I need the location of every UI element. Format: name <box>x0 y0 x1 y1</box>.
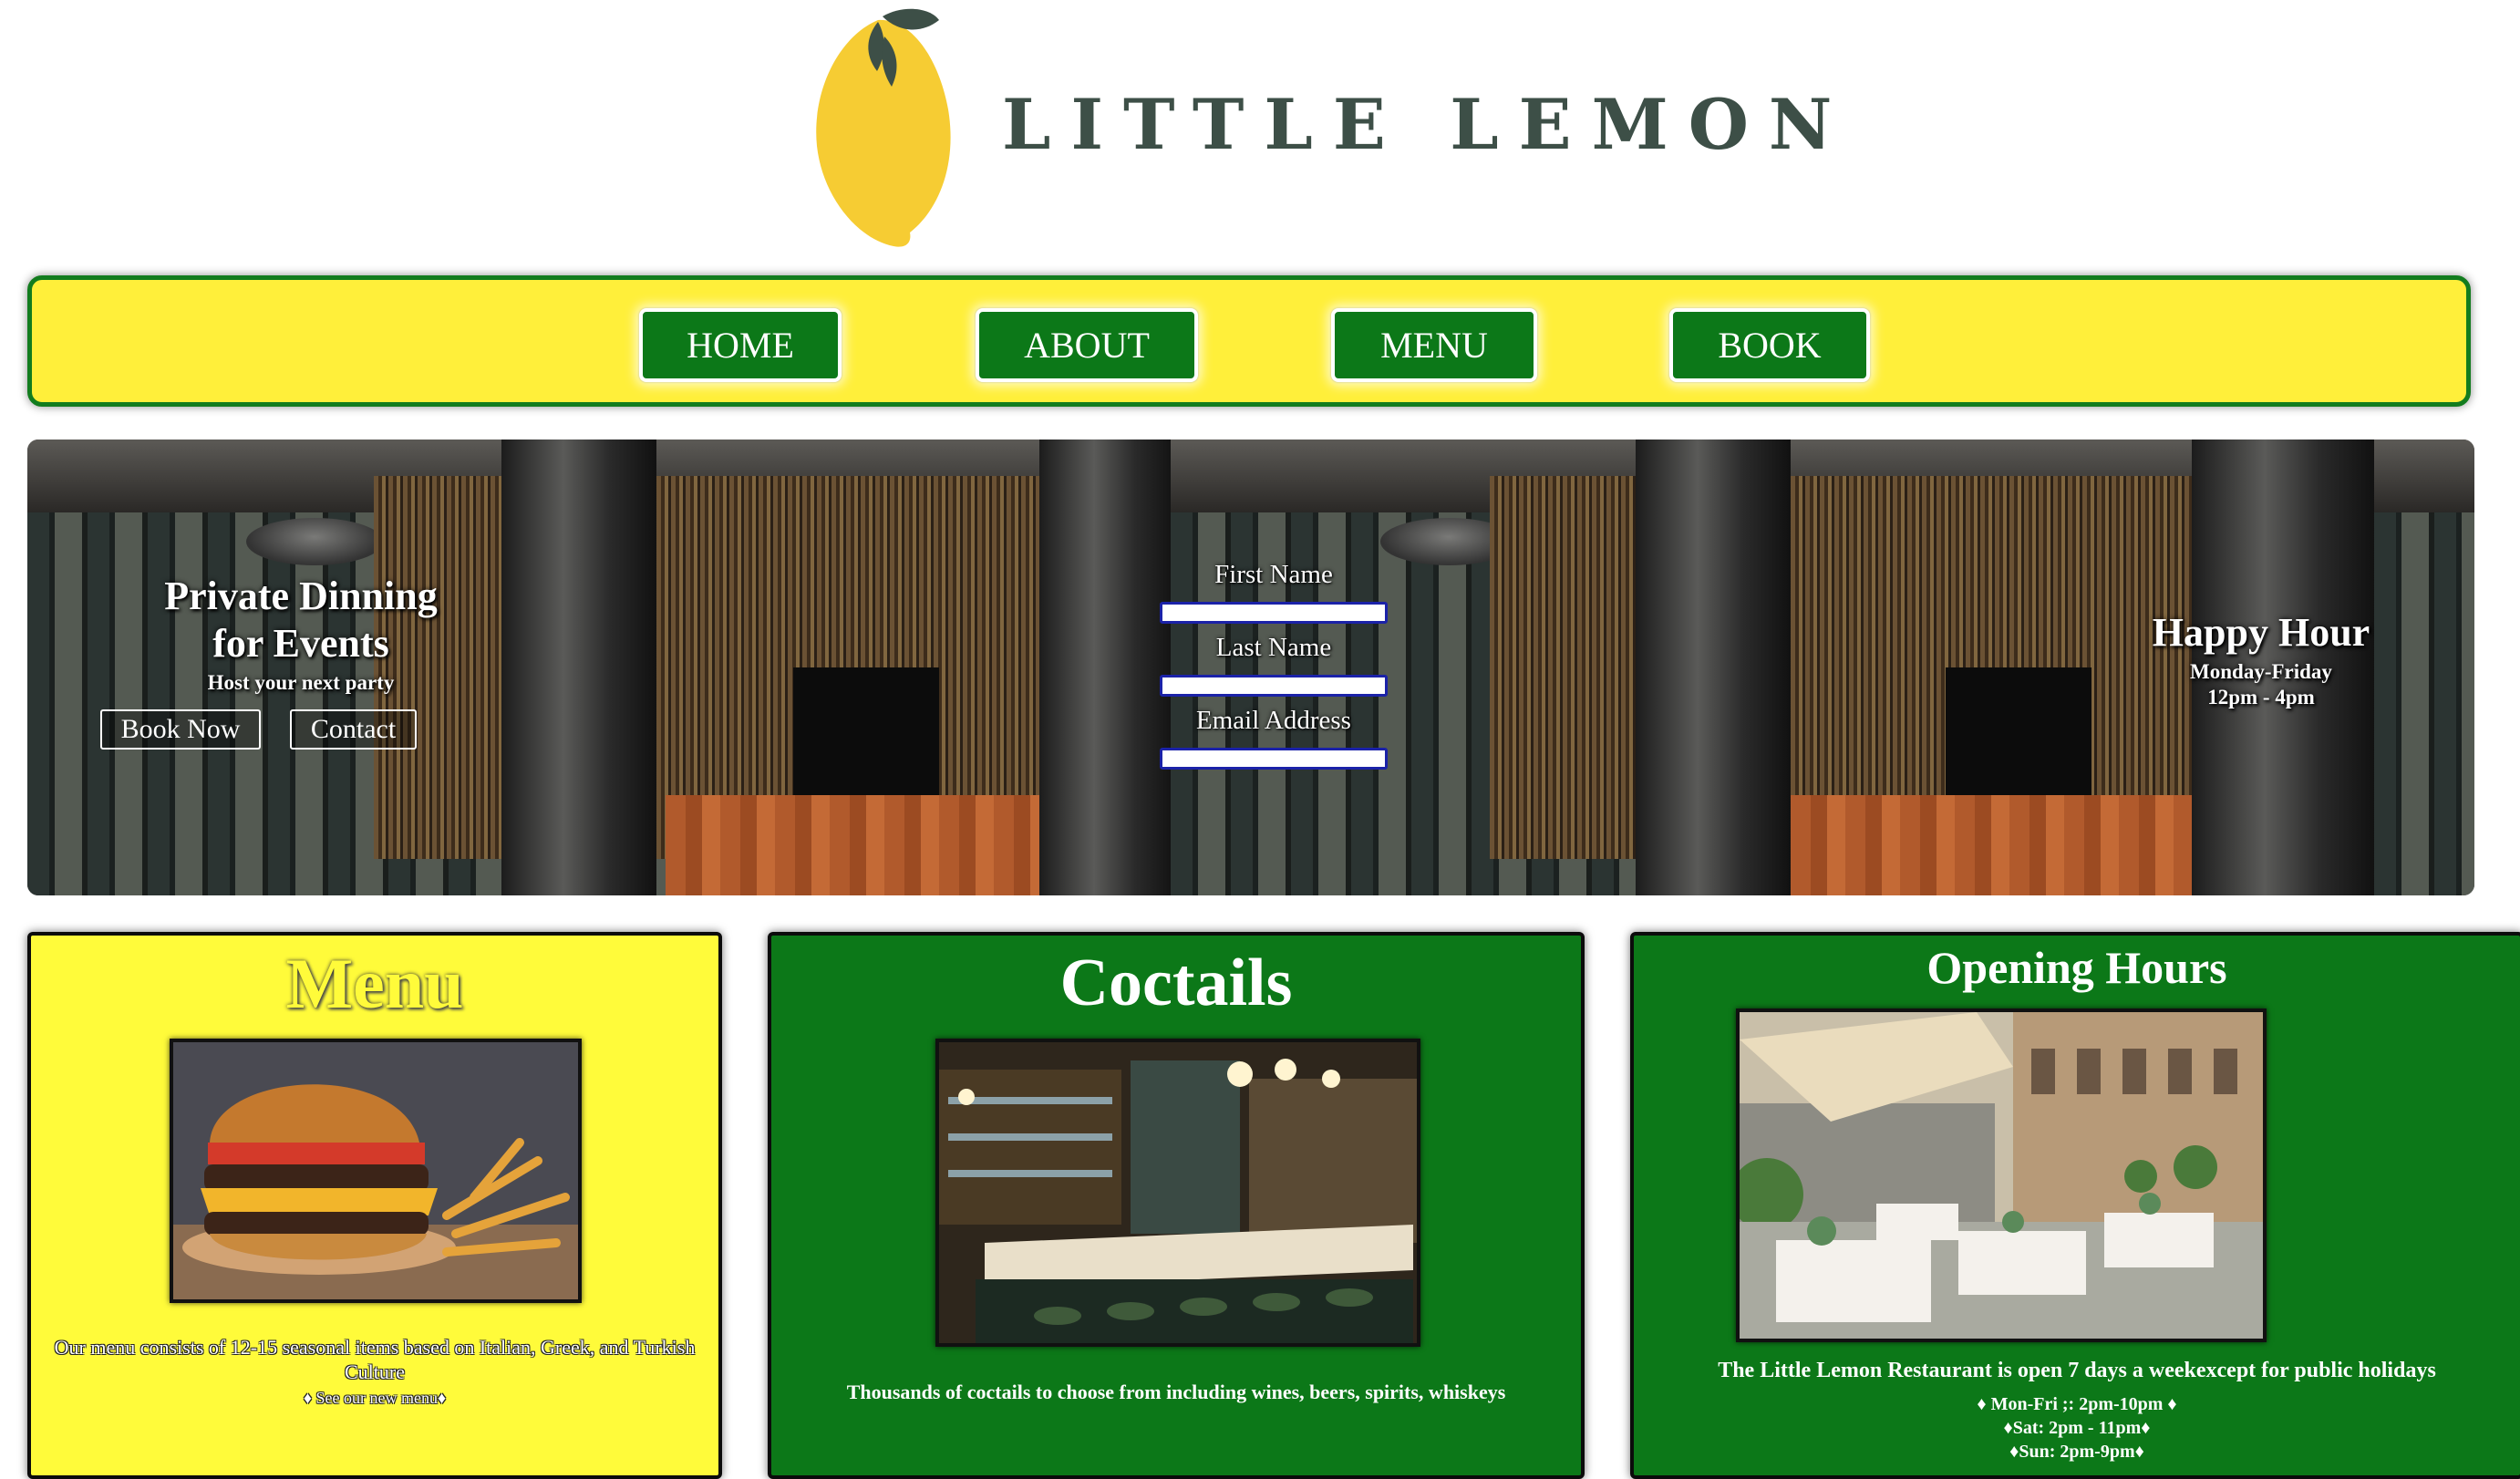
first-name-input[interactable] <box>1160 602 1388 624</box>
bar-illustration <box>939 1042 1417 1343</box>
nav-home-button[interactable]: HOME <box>639 308 842 382</box>
courtyard-photo <box>1736 1008 2267 1342</box>
lemon-icon <box>816 8 951 247</box>
see-menu-link[interactable]: ♦ See our new menu♦ <box>31 1389 718 1408</box>
nav-about-button[interactable]: ABOUT <box>976 308 1198 382</box>
pillar <box>1636 440 1791 895</box>
private-dining-title: Private Dinning for Events <box>100 573 501 667</box>
email-input[interactable] <box>1160 748 1388 770</box>
book-now-button[interactable]: Book Now <box>100 709 261 750</box>
site-logo[interactable]: LITTLE LEMON <box>802 0 1832 255</box>
screen <box>793 667 939 804</box>
wood-counter <box>666 795 1048 895</box>
cocktails-description: Thousands of coctails to choose from inc… <box>846 1381 1506 1403</box>
private-dining-subtitle: Host your next party <box>207 671 395 694</box>
happy-hour-title: Happy Hour <box>2152 610 2370 655</box>
menu-description: Our menu consists of 12-15 seasonal item… <box>54 1336 696 1383</box>
happy-hour-time: 12pm - 4pm <box>2207 686 2315 708</box>
courtyard-illustration <box>1740 1012 2263 1339</box>
menu-card: Menu Our menu consists of 12-15 seasonal… <box>27 932 722 1479</box>
email-label: Email Address <box>1196 706 1351 735</box>
curtain <box>1490 476 1636 859</box>
brand-name: LITTLE LEMON <box>1002 84 1853 165</box>
burger-photo <box>170 1039 582 1303</box>
hours-saturday: ♦Sat: 2pm - 11pm♦ <box>2003 1418 2151 1438</box>
restaurant-interior-photo <box>27 440 1171 895</box>
ceiling-lamp <box>246 518 383 565</box>
contact-button[interactable]: Contact <box>290 709 417 750</box>
happy-hour-days: Monday-Friday <box>2190 660 2332 683</box>
nav-menu-button[interactable]: MENU <box>1331 308 1537 382</box>
private-dining-line1: Private Dinning <box>164 574 438 618</box>
cocktails-card: Coctails Thousands of coctails to choose… <box>768 932 1585 1479</box>
cocktails-card-title: Coctails <box>1059 946 1293 1020</box>
last-name-input[interactable] <box>1160 675 1388 697</box>
opening-hours-description: The Little Lemon Restaurant is open 7 da… <box>1718 1359 2436 1382</box>
pillar <box>501 440 656 895</box>
pillar <box>1039 440 1171 895</box>
main-nav: HOME ABOUT MENU BOOK <box>27 275 2471 407</box>
bar-photo <box>935 1039 1420 1347</box>
curtain <box>374 476 520 859</box>
opening-hours-card: Opening Hours The Little Lemon Restauran… <box>1630 932 2520 1479</box>
private-dining-line2: for Events <box>212 621 389 666</box>
last-name-label: Last Name <box>1215 633 1332 662</box>
nav-book-button[interactable]: BOOK <box>1669 308 1870 382</box>
wood-counter <box>1791 795 2192 895</box>
hours-weekdays: ♦ Mon-Fri ;: 2pm-10pm ♦ <box>1977 1394 2177 1414</box>
menu-card-title: Menu <box>285 944 464 1023</box>
first-name-label: First Name <box>1214 560 1333 589</box>
hero-banner: Private Dinning for Events Host your nex… <box>27 440 2474 895</box>
burger-illustration <box>173 1042 578 1299</box>
hours-sunday: ♦Sun: 2pm-9pm♦ <box>2009 1442 2144 1462</box>
opening-hours-title: Opening Hours <box>1926 942 2227 993</box>
screen <box>1946 667 2091 804</box>
